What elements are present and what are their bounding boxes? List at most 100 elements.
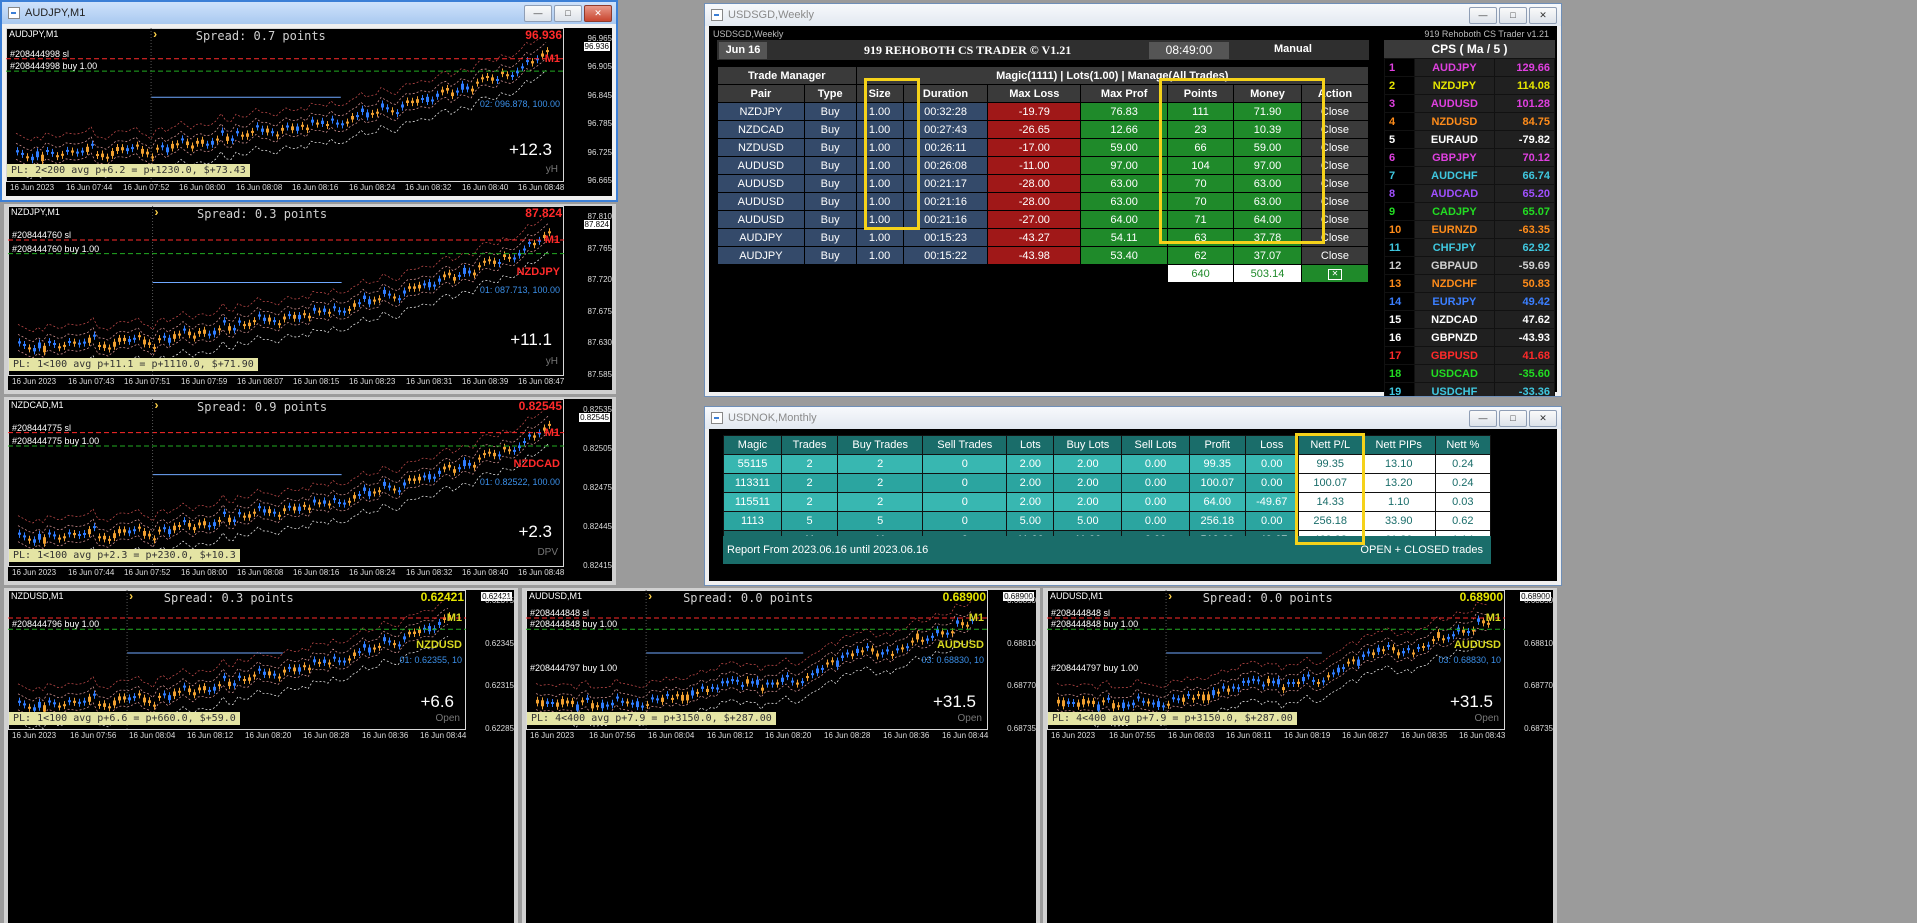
trader-window[interactable]: USDSGD,Weekly — □ ✕ USDSGD,Weekly 919 Re… bbox=[704, 3, 1562, 397]
candle bbox=[1442, 638, 1445, 641]
trade-close-button[interactable]: Close bbox=[1300, 138, 1370, 157]
candle bbox=[211, 140, 214, 145]
candle bbox=[353, 303, 356, 307]
candle bbox=[26, 156, 29, 159]
chart-area[interactable]: AUDUSD,M1 › Spread: 0.0 points 0.68900 0.689… bbox=[526, 589, 1036, 923]
candle bbox=[1362, 654, 1365, 657]
trade-duration: 00:21:16 bbox=[902, 192, 989, 211]
cps-pair: NZDCAD bbox=[1413, 310, 1495, 329]
minimize-button[interactable]: — bbox=[524, 5, 552, 22]
trade-close-button[interactable]: Close bbox=[1300, 174, 1370, 193]
maximize-button[interactable]: □ bbox=[1499, 7, 1527, 24]
price-axis-label: 96.785 bbox=[587, 119, 612, 128]
summary-row: 115511 2 2 0 2.00 2.00 0.00 64.00 -49.67 14.33 1.1… bbox=[723, 492, 1492, 512]
trade-close-button[interactable]: Close bbox=[1300, 246, 1370, 265]
candle bbox=[796, 682, 799, 685]
magic-label: Magic(1111) | Lots(1.00) | Manage(All Tr… bbox=[855, 66, 1370, 85]
candle bbox=[513, 257, 516, 260]
chart-window-nzdjpy[interactable]: NZDJPY,M1 › Spread: 0.3 points 87.824 87.824… bbox=[4, 204, 616, 394]
chart-area[interactable]: NZDCAD,M1 › Spread: 0.9 points 0.82545 0.825… bbox=[8, 398, 612, 581]
close-button[interactable]: ✕ bbox=[1529, 7, 1557, 24]
summary-window[interactable]: USDNOK,Monthly — □ ✕ Magic Trades Buy Trad… bbox=[704, 406, 1562, 586]
chart-window-audusd-1[interactable]: AUDUSD,M1 › Spread: 0.0 points 0.68900 0.689… bbox=[522, 588, 1040, 923]
candle bbox=[926, 638, 929, 641]
candle bbox=[1422, 646, 1425, 648]
trade-close-button[interactable]: Close bbox=[1300, 102, 1370, 121]
candle bbox=[81, 150, 84, 153]
maximize-button[interactable]: □ bbox=[554, 5, 582, 22]
chart-window-audusd-2[interactable]: AUDUSD,M1 › Spread: 0.0 points 0.68900 0.689… bbox=[1043, 588, 1557, 923]
candle bbox=[1392, 647, 1395, 651]
total-points: 640 bbox=[1167, 264, 1235, 283]
candle bbox=[208, 333, 211, 336]
candle bbox=[28, 347, 31, 350]
close-button[interactable]: ✕ bbox=[584, 5, 612, 22]
candle bbox=[181, 138, 184, 141]
candle bbox=[376, 111, 379, 114]
candle bbox=[143, 531, 146, 536]
chart-symbol: NZDJPY,M1 bbox=[11, 207, 60, 217]
candle bbox=[736, 679, 739, 682]
candle bbox=[391, 110, 394, 113]
candle bbox=[761, 687, 764, 691]
chart-window-nzdcad[interactable]: NZDCAD,M1 › Spread: 0.9 points 0.82545 0.825… bbox=[4, 397, 616, 585]
candle bbox=[716, 687, 719, 690]
candle bbox=[28, 706, 31, 709]
candle bbox=[243, 679, 246, 681]
candle bbox=[1142, 700, 1145, 703]
candle bbox=[171, 143, 174, 149]
chart-window-audjpy[interactable]: AUDJPY,M1 — □ ✕ AUDJPY,M1 › Spread: 0.7 po… bbox=[0, 0, 618, 202]
time-axis-label: 16 Jun 08:32 bbox=[405, 183, 452, 192]
window-titlebar[interactable]: USDNOK,Monthly — □ ✕ bbox=[705, 407, 1561, 429]
chart-area[interactable]: NZDJPY,M1 › Spread: 0.3 points 87.824 87.824… bbox=[8, 205, 612, 390]
minimize-button[interactable]: — bbox=[1469, 7, 1497, 24]
candle bbox=[358, 651, 361, 654]
candle bbox=[68, 341, 71, 343]
column-header-duration: Duration bbox=[902, 84, 989, 103]
trade-close-button[interactable]: Close bbox=[1300, 120, 1370, 139]
minimize-button[interactable]: — bbox=[1469, 410, 1497, 427]
close-all-icon[interactable]: ✕ bbox=[1300, 264, 1370, 283]
candle bbox=[786, 675, 789, 678]
candle bbox=[1097, 704, 1100, 711]
maximize-button[interactable]: □ bbox=[1499, 410, 1527, 427]
candle bbox=[556, 702, 559, 707]
chart-area[interactable]: AUDUSD,M1 › Spread: 0.0 points 0.68900 0.689… bbox=[1047, 589, 1553, 923]
trade-money: 37.78 bbox=[1233, 228, 1302, 247]
candle bbox=[533, 242, 536, 246]
candle bbox=[96, 154, 99, 156]
candle bbox=[333, 498, 336, 501]
summary-cell: 2.00 bbox=[1053, 454, 1123, 474]
candle bbox=[546, 701, 549, 704]
trade-max-prof: 76.83 bbox=[1080, 102, 1169, 121]
candle bbox=[118, 696, 121, 701]
candle bbox=[856, 648, 859, 653]
close-button[interactable]: ✕ bbox=[1529, 410, 1557, 427]
window-titlebar[interactable]: USDSGD,Weekly — □ ✕ bbox=[705, 4, 1561, 26]
cps-rank: 19 bbox=[1384, 382, 1415, 396]
candle bbox=[1347, 661, 1350, 664]
chart-window-nzdusd[interactable]: NZDUSD,M1 › Spread: 0.3 points 0.62421 0.624… bbox=[4, 588, 518, 923]
candle bbox=[401, 104, 404, 108]
candle bbox=[273, 673, 276, 676]
candle bbox=[521, 66, 524, 69]
mode-label[interactable]: Manual bbox=[1274, 43, 1312, 55]
spread-label: Spread: 0.7 points bbox=[195, 29, 326, 43]
price-axis-label: 0.82535 bbox=[583, 405, 612, 414]
trade-close-button[interactable]: Close bbox=[1300, 192, 1370, 211]
window-titlebar[interactable]: AUDJPY,M1 — □ ✕ bbox=[2, 2, 616, 24]
trade-close-button[interactable]: Close bbox=[1300, 228, 1370, 247]
moving-average-line bbox=[535, 601, 972, 691]
chart-area[interactable]: NZDUSD,M1 › Spread: 0.3 points 0.62421 0.624… bbox=[8, 589, 514, 923]
trade-close-button[interactable]: Close bbox=[1300, 210, 1370, 229]
trade-size: 1.00 bbox=[855, 246, 904, 265]
chart-area[interactable]: AUDJPY,M1 › Spread: 0.7 points 96.936 96.936… bbox=[6, 27, 612, 196]
candle bbox=[1357, 659, 1360, 666]
candle bbox=[113, 700, 116, 706]
price-axis-label: 0.68850 bbox=[1524, 596, 1553, 605]
candle bbox=[726, 680, 729, 684]
trade-close-button[interactable]: Close bbox=[1300, 156, 1370, 175]
window-title: AUDJPY,M1 bbox=[25, 7, 86, 19]
cps-pair: NZDUSD bbox=[1413, 112, 1495, 131]
candle bbox=[408, 478, 411, 481]
